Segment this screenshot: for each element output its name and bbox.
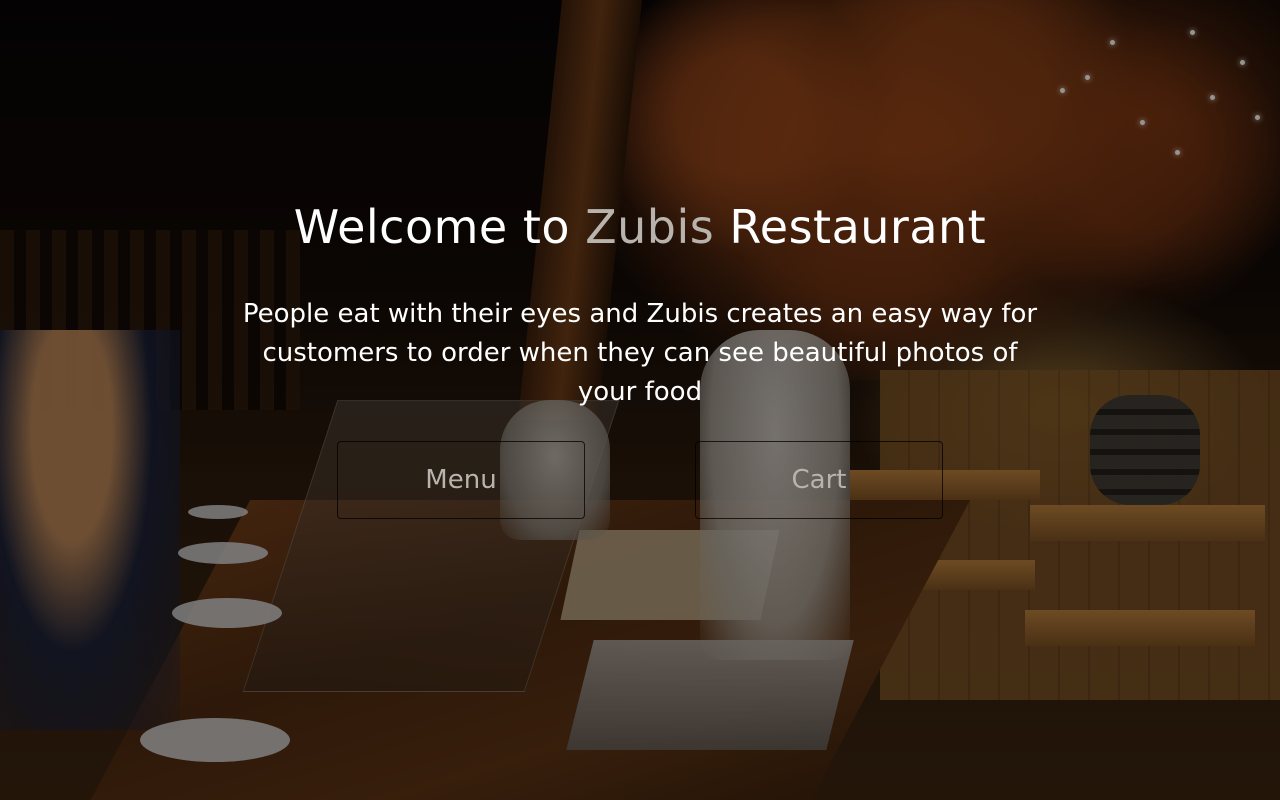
- hero-title: Welcome to Zubis Restaurant: [0, 200, 1280, 254]
- brand-name: Zubis: [585, 200, 715, 254]
- hero-section: Welcome to Zubis Restaurant People eat w…: [0, 0, 1280, 800]
- menu-button[interactable]: Menu: [337, 441, 585, 519]
- cart-button[interactable]: Cart: [695, 441, 943, 519]
- title-prefix: Welcome to: [293, 200, 586, 254]
- title-suffix: Restaurant: [714, 200, 987, 254]
- hero-subtitle: People eat with their eyes and Zubis cre…: [242, 299, 1038, 407]
